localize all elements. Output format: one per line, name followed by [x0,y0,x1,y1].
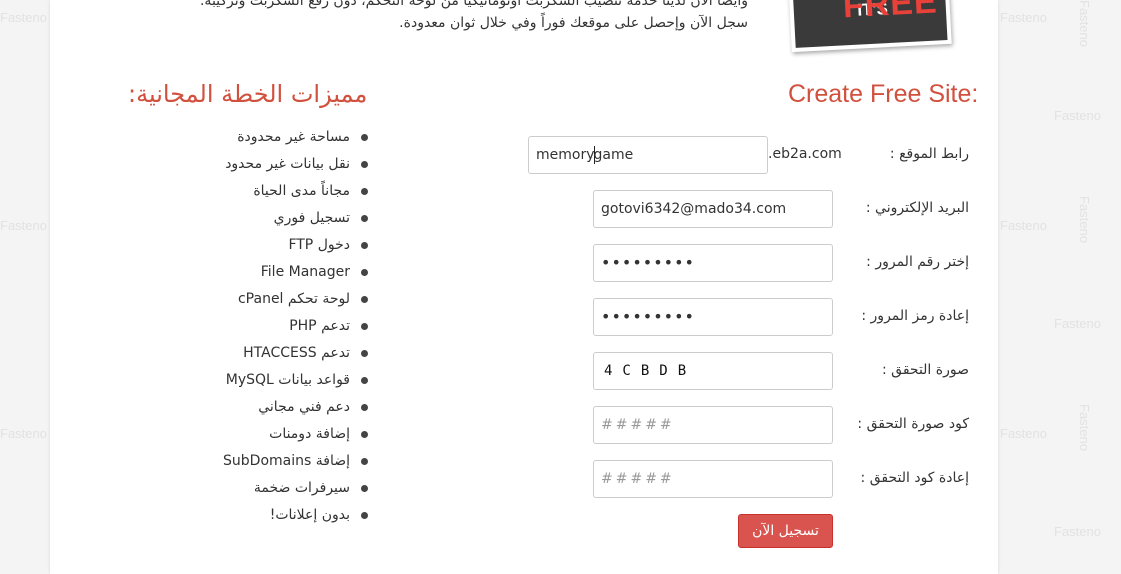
feature-item: دخول FTP [128,232,368,259]
bullet-icon [361,323,368,330]
watermark: Fasteno [1054,108,1101,123]
feature-item: دعم فني مجاني [128,394,368,421]
feature-item: تدعم HTACCESS [128,340,368,367]
feature-item: إضافة SubDomains [128,448,368,475]
feature-item-label: تدعم HTACCESS [243,345,350,361]
watermark: Fasteno [1054,524,1101,539]
feature-item: File Manager [128,259,368,286]
register-button[interactable]: تسجيل الآن [738,514,833,548]
free-badge: IT'S FREE [788,0,952,53]
badge-big-text: FREE [841,0,939,26]
site-label: رابط الموقع : [889,146,969,162]
feature-item-label: File Manager [260,264,350,280]
captcha-label: صورة التحقق : [881,362,969,378]
watermark: Fasteno [1077,0,1092,47]
feature-item: تسجيل فوري [128,205,368,232]
bullet-icon [361,350,368,357]
bullet-icon [361,215,368,222]
main-panel: وأيضاً الآن لدينا خدمة تنصيب السكربت أوت… [50,0,998,574]
site-input-value-end: game [593,147,634,163]
password-field[interactable]: ••••••••• [593,244,833,282]
feature-item: مجاناً مدى الحياة [128,178,368,205]
feature-item-label: قواعد بيانات MySQL [225,372,350,388]
watermark: Fasteno [1077,196,1092,243]
bullet-icon [361,242,368,249]
bullet-icon [361,485,368,492]
form-title: Create Free Site: [788,80,979,108]
feature-item: إضافة دومنات [128,421,368,448]
feature-item: نقل بيانات غير محدود [128,151,368,178]
watermark: Fasteno [1000,218,1047,233]
feature-item: لوحة تحكم cPanel [128,286,368,313]
watermark: Fasteno [1000,10,1047,25]
captcha-code-confirm-label: إعادة كود التحقق : [860,470,969,486]
feature-item: قواعد بيانات MySQL [128,367,368,394]
watermark: Fasteno [0,10,47,25]
feature-item-label: تسجيل فوري [273,210,350,226]
feature-item: بدون إعلانات! [128,502,368,529]
watermark: Fasteno [1000,426,1047,441]
feature-item-label: نقل بيانات غير محدود [225,156,350,172]
watermark: Fasteno [0,218,47,233]
feature-item: سيرفرات ضخمة [128,475,368,502]
feature-item-label: تدعم PHP [289,318,350,334]
feature-item-label: دعم فني مجاني [258,399,350,415]
feature-item-label: بدون إعلانات! [269,507,350,523]
feature-item-label: مساحة غير محدودة [237,129,350,145]
bullet-icon [361,134,368,141]
captcha-code-confirm-input[interactable]: ##### [593,460,833,498]
password-label: إختر رقم المرور : [866,254,969,270]
bullet-icon [361,404,368,411]
feature-item-label: سيرفرات ضخمة [253,480,350,496]
bullet-icon [361,161,368,168]
email-field[interactable]: gotovi6342@mado34.com [593,190,833,228]
bullet-icon [361,188,368,195]
bullet-icon [361,431,368,438]
bullet-icon [361,377,368,384]
bullet-icon [361,512,368,519]
site-suffix: .eb2a.com [768,146,842,162]
feature-item-label: دخول FTP [288,237,350,253]
intro-line-2: سجل الآن وإحصل على موقعك فوراً وفي خلال … [399,15,748,31]
feature-item: تدعم PHP [128,313,368,340]
feature-item: مساحة غير محدودة [128,124,368,151]
features-title: مميزات الخطة المجانية: [128,80,368,108]
password-confirm-label: إعادة رمز المرور : [861,308,969,324]
bullet-icon [361,296,368,303]
bullet-icon [361,458,368,465]
watermark: Fasteno [1077,404,1092,451]
captcha-code-input[interactable]: ##### [593,406,833,444]
features-list: مساحة غير محدودة نقل بيانات غير محدود مجان… [128,124,368,529]
site-input-value-start: memory [536,147,595,163]
intro-text: وأيضاً الآن لدينا خدمة تنصيب السكربت أوت… [188,0,748,34]
site-input[interactable]: memorygame [528,136,768,174]
watermark: Fasteno [0,426,47,441]
captcha-image: 4CBDB [593,352,833,390]
feature-item-label: لوحة تحكم cPanel [237,291,350,307]
feature-item-label: إضافة SubDomains [223,453,350,469]
feature-item-label: مجاناً مدى الحياة [253,183,350,199]
email-label: البريد الإلكتروني : [865,200,969,216]
captcha-code-label: كود صورة التحقق : [857,416,969,432]
bullet-icon [361,269,368,276]
watermark: Fasteno [1054,316,1101,331]
feature-item-label: إضافة دومنات [269,426,350,442]
password-confirm-field[interactable]: ••••••••• [593,298,833,336]
intro-line-1: وأيضاً الآن لدينا خدمة تنصيب السكربت أوت… [199,0,748,9]
